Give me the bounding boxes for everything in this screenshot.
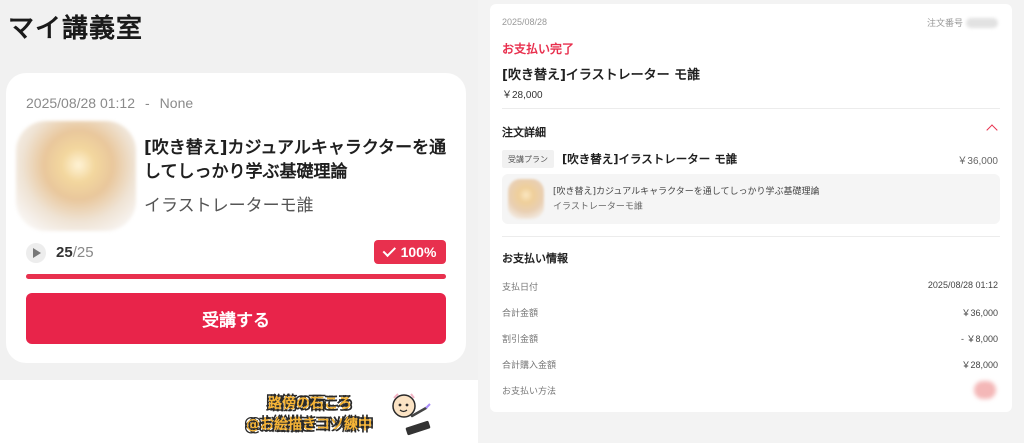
- plan-price: ￥36,000: [957, 156, 998, 167]
- check-icon: [382, 243, 396, 257]
- course-teacher: イラストレーターモ誰: [144, 196, 314, 216]
- course-title[interactable]: [吹き替え]カジュアルキャラクターを通してしっかり学ぶ基礎理論: [144, 136, 454, 184]
- progress-bar: [26, 274, 446, 279]
- course-datetime: 2025/08/28 01:12: [26, 95, 135, 111]
- payment-info-title: お支払い情報: [502, 252, 568, 265]
- play-icon: [26, 243, 46, 263]
- course-meta: 2025/08/28 01:12- None: [26, 95, 193, 111]
- chevron-up-icon[interactable]: [986, 124, 998, 136]
- course-item-teacher: イラストレーターモ誰: [553, 202, 643, 212]
- meta-separator: -: [145, 95, 150, 111]
- watermark: 路傍の石ころ @お絵描きコソ練中: [246, 388, 436, 440]
- course-expiry: None: [159, 95, 194, 111]
- payment-date-row: 支払日付 2025/08/28 01:12: [502, 280, 1000, 294]
- page-title: マイ講義室: [8, 14, 144, 44]
- course-item-title: [吹き替え]カジュアルキャラクターを通してしっかり学ぶ基礎理論: [553, 187, 820, 197]
- payment-date-label: 支払日付: [502, 283, 539, 293]
- payment-status: お支払い完了: [502, 42, 575, 56]
- order-number-label: 注文番号: [926, 19, 963, 29]
- course-item-thumbnail: [508, 179, 544, 219]
- watermark-line2: @お絵描きコソ練中: [246, 417, 372, 433]
- watermark-line1: 路傍の石ころ: [268, 396, 352, 412]
- divider: [502, 236, 1000, 237]
- payment-method-redacted: [974, 381, 996, 399]
- order-detail-panel: 2025/08/28 注文番号 お支払い完了 [吹き替え]イラストレーター モ誰…: [478, 0, 1024, 443]
- total-amount-label: 合計金額: [502, 309, 539, 319]
- payment-date-value: 2025/08/28 01:12: [927, 280, 998, 290]
- start-lecture-button[interactable]: 受講する: [26, 293, 446, 344]
- order-card: 2025/08/28 注文番号 お支払い完了 [吹き替え]イラストレーター モ誰…: [490, 4, 1012, 412]
- order-date: 2025/08/28: [502, 17, 548, 27]
- discount-label: 割引金額: [502, 335, 539, 345]
- discount-value: - ￥8,000: [960, 334, 998, 344]
- purchase-total-value: ￥28,000: [961, 360, 998, 370]
- discount-row: 割引金額 - ￥8,000: [502, 332, 1000, 346]
- purchase-total-label: 合計購入金額: [502, 361, 557, 371]
- order-product-name: [吹き替え]イラストレーター モ誰: [502, 68, 701, 83]
- course-thumbnail[interactable]: [16, 121, 136, 231]
- course-card[interactable]: 2025/08/28 01:12- None [吹き替え]カジュアルキャラクターを…: [6, 73, 466, 363]
- lesson-count: 25/25: [56, 244, 94, 261]
- my-classroom-panel: マイ講義室 2025/08/28 01:12- None [吹き替え]カジュアルキ…: [0, 0, 478, 443]
- payment-method-label: お支払い方法: [502, 387, 557, 397]
- order-number: 注文番号: [927, 16, 998, 29]
- total-amount-row: 合計金額 ￥36,000: [502, 306, 1000, 320]
- total-amount-value: ￥36,000: [961, 308, 998, 318]
- order-details-title: 注文詳細: [502, 126, 546, 139]
- order-number-redacted: [966, 17, 998, 28]
- divider: [502, 108, 1000, 109]
- progress-badge: 100%: [374, 240, 446, 264]
- payment-method-row: お支払い方法: [502, 381, 1000, 399]
- progress-percent: 100%: [400, 244, 437, 260]
- progress-bar-fill: [26, 274, 446, 279]
- order-product-price: ￥28,000: [502, 90, 543, 101]
- purchase-total-row: 合計購入金額 ￥28,000: [502, 358, 1000, 372]
- lessons-total: /25: [72, 244, 94, 261]
- course-item[interactable]: [吹き替え]カジュアルキャラクターを通してしっかり学ぶ基礎理論 イラストレーター…: [502, 174, 1000, 224]
- lessons-done: 25: [56, 244, 73, 261]
- plan-tag: 受講プラン: [502, 150, 554, 168]
- plan-name: [吹き替え]イラストレーター モ誰: [562, 152, 738, 166]
- drawing-character-icon: [392, 393, 431, 436]
